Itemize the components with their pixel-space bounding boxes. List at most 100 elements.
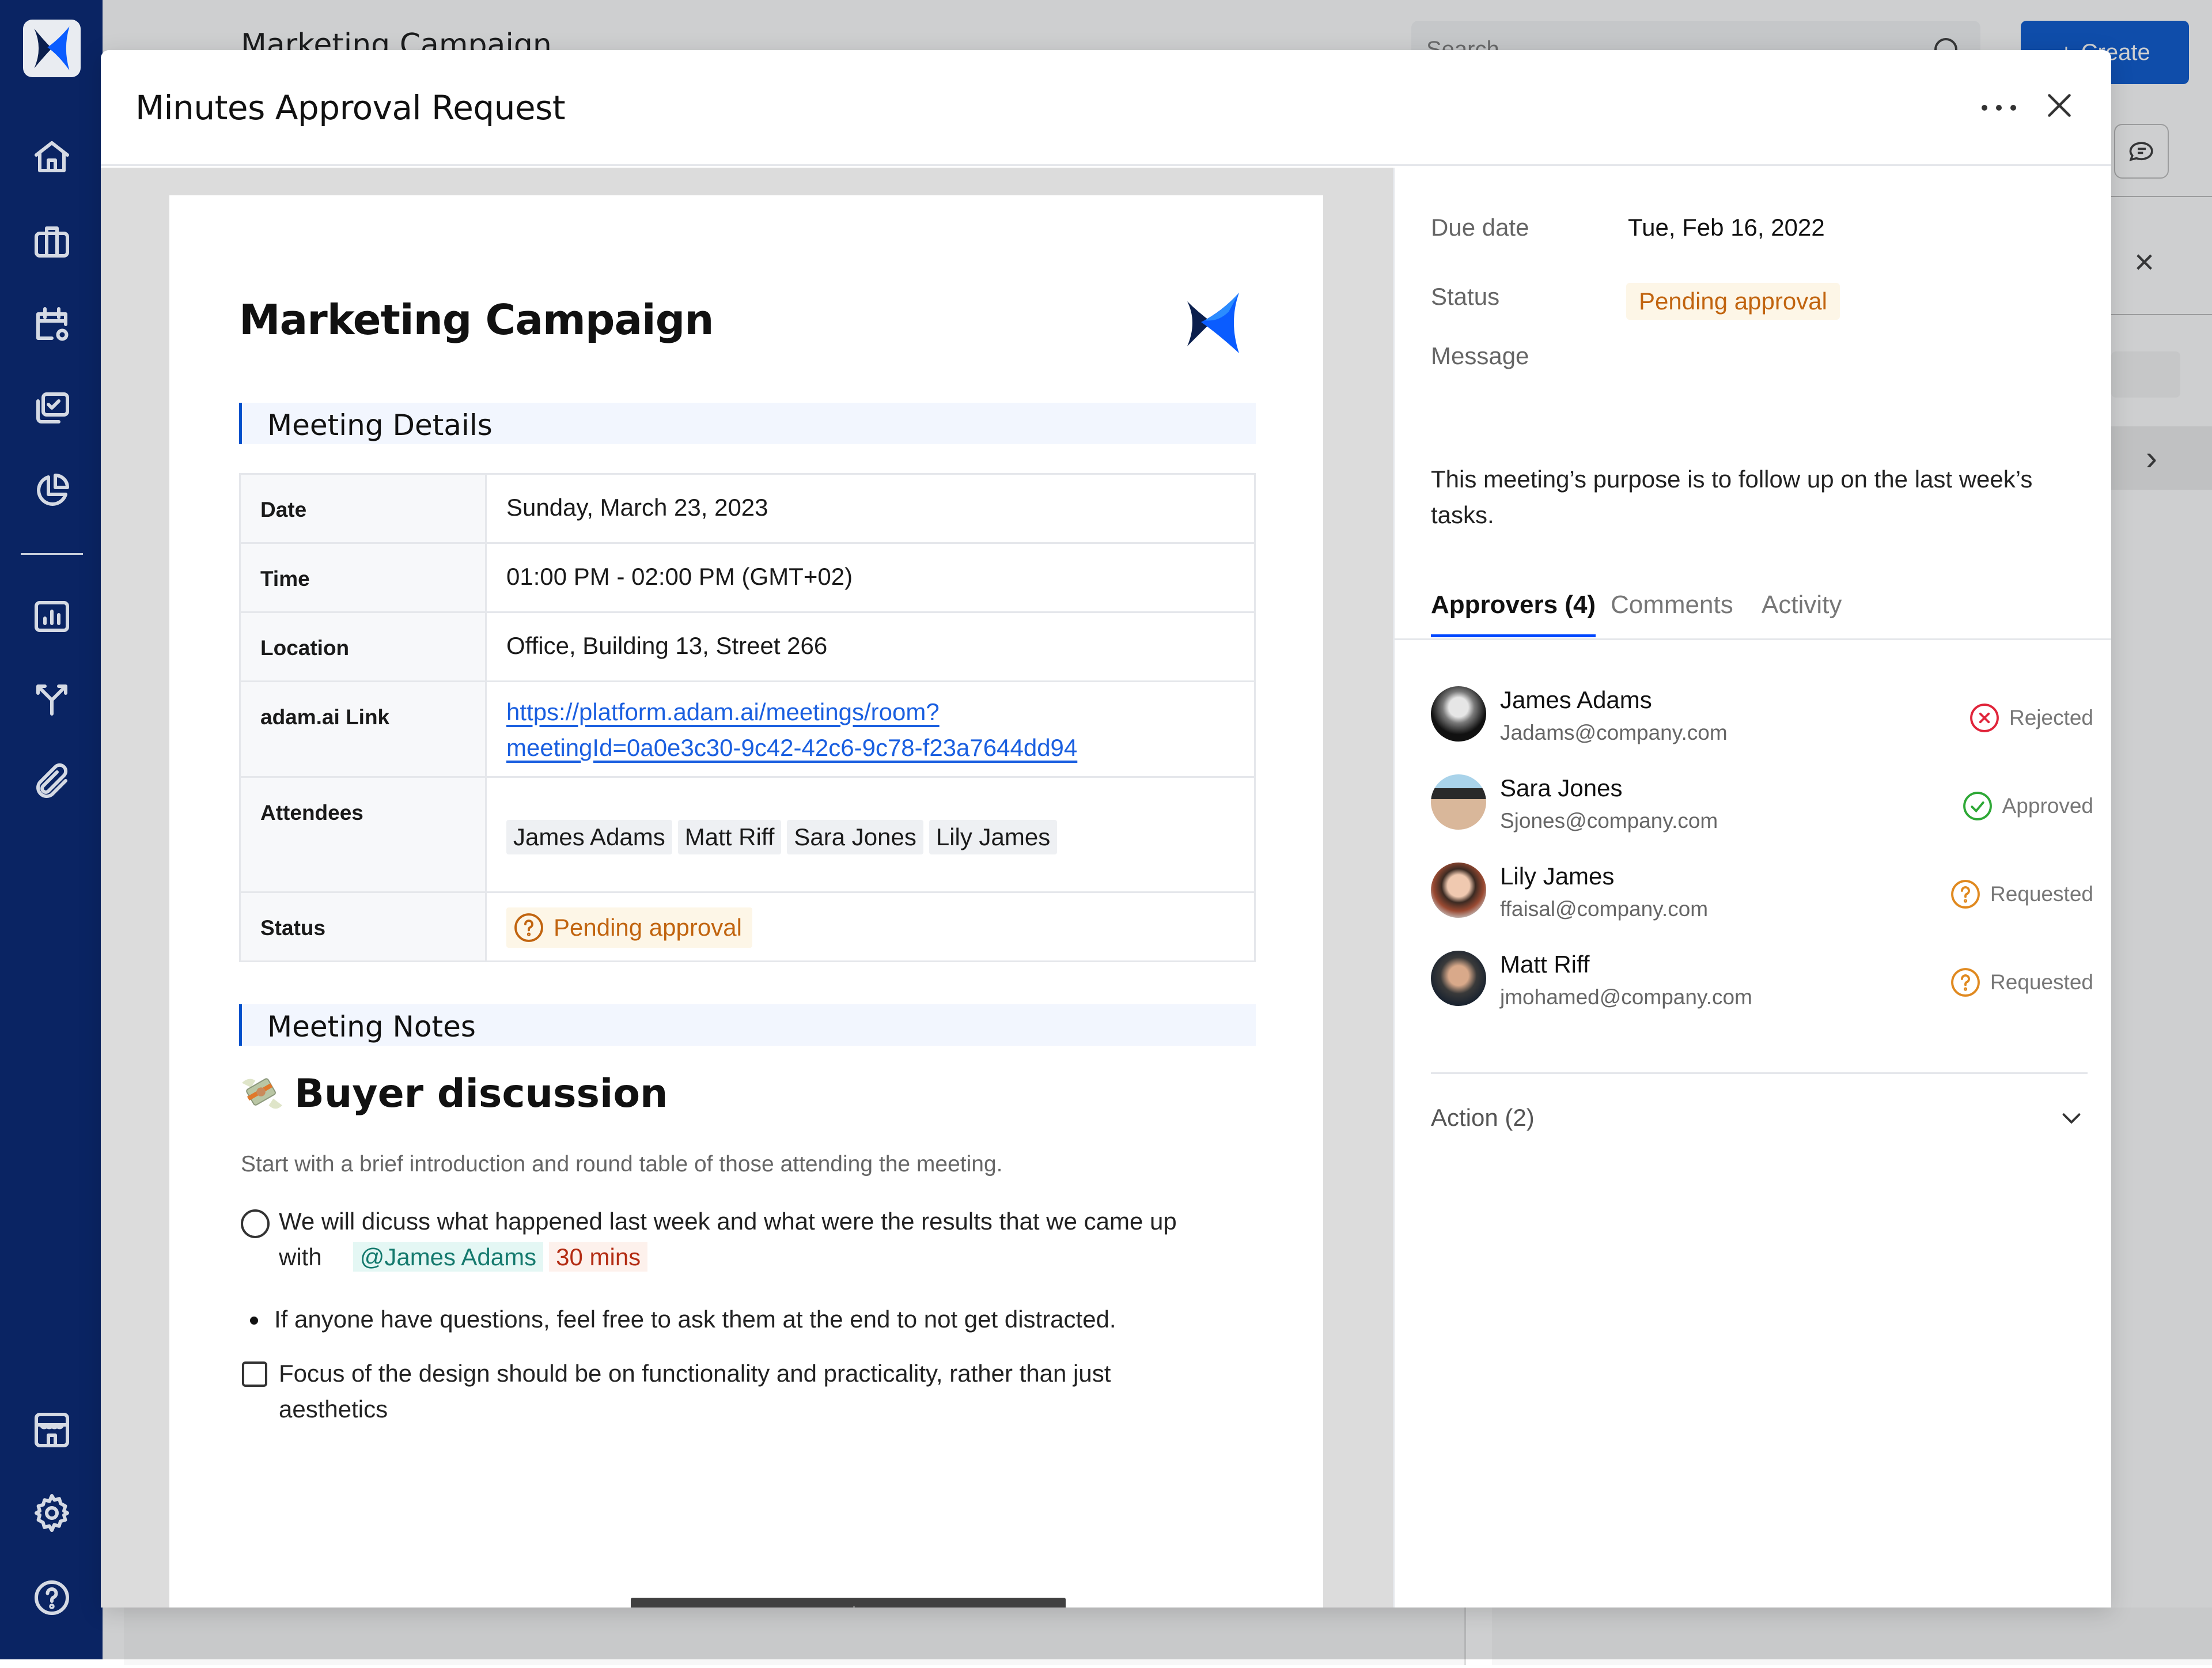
agenda-radio[interactable] [241, 1209, 270, 1238]
approved-check-icon [1963, 792, 1992, 820]
approver-status-text: Requested [1990, 970, 2093, 994]
document-viewer: Marketing Campaign Meeting Details Date … [101, 168, 1393, 1608]
briefcase-icon [35, 226, 69, 258]
paperclip-icon [36, 763, 68, 798]
attendee-chip[interactable]: Sara Jones [787, 820, 923, 854]
sidebar-item-settings[interactable] [29, 1490, 75, 1536]
date-value: Sunday, March 23, 2023 [485, 473, 1256, 544]
agenda-item-line2: with @James Adams 30 mins [279, 1239, 1220, 1275]
document-page: Marketing Campaign Meeting Details Date … [169, 195, 1323, 1608]
approver-row[interactable]: James Adams Jadams@company.com Rejected [1431, 686, 2093, 755]
sidebar-item-help[interactable] [29, 1575, 75, 1621]
mention-tag[interactable]: @James Adams [353, 1242, 544, 1272]
checkbox[interactable] [242, 1361, 267, 1387]
meeting-link[interactable]: https://platform.adam.ai/meetings/room? … [506, 694, 1234, 766]
bar-chart-icon [35, 601, 69, 632]
attendee-chip[interactable]: Lily James [929, 820, 1058, 854]
approver-status-text: Requested [1990, 882, 2093, 906]
status-text: Pending approval [554, 914, 742, 941]
table-row: Time 01:00 PM - 02:00 PM (GMT+02) [239, 542, 1256, 613]
bullet-item: If anyone have questions, feel free to a… [241, 1302, 1116, 1337]
approver-row[interactable]: Lily James ffaisal@company.com Requested [1431, 863, 2093, 932]
approver-email: jmohamed@company.com [1500, 985, 1752, 1009]
close-icon[interactable] [2042, 88, 2077, 123]
checklist-line: aesthetics [279, 1395, 388, 1423]
meeting-details-heading: Meeting Details [239, 403, 1256, 444]
location-value: Office, Building 13, Street 266 [485, 611, 1256, 682]
approver-name: Lily James [1500, 863, 1615, 890]
table-row: adam.ai Link https://platform.adam.ai/me… [239, 680, 1256, 778]
approver-status-text: Rejected [2009, 706, 2093, 729]
approver-name: Matt Riff [1500, 951, 1590, 978]
section-title: Meeting Notes [267, 1010, 476, 1043]
approver-row[interactable]: Sara Jones Sjones@company.com Approved [1431, 774, 2093, 844]
sidebar-divider [21, 553, 83, 555]
checklist-line: Focus of the design should be on functio… [279, 1360, 1111, 1387]
due-date-value: Tue, Feb 16, 2022 [1628, 214, 1825, 241]
status-badge: Pending approval [506, 907, 752, 948]
checklist-item: Focus of the design should be on functio… [241, 1356, 1111, 1427]
calendar-icon [36, 307, 69, 341]
approver-status-text: Approved [2002, 794, 2093, 818]
time-value: 01:00 PM - 02:00 PM (GMT+02) [485, 542, 1256, 613]
action-section-toggle[interactable]: Action (2) [1431, 1104, 1535, 1132]
sidebar-item-tasks[interactable] [29, 385, 75, 431]
money-with-wings-icon [242, 1077, 282, 1109]
approver-email: ffaisal@company.com [1500, 897, 1709, 921]
approver-email: Sjones@company.com [1500, 809, 1718, 833]
avatar [1431, 686, 1486, 742]
approval-request-modal: Minutes Approval Request Marketing Campa… [101, 50, 2111, 1608]
split-icon [36, 684, 67, 716]
document-title: Marketing Campaign [239, 296, 714, 344]
modal-title: Minutes Approval Request [135, 88, 566, 127]
tab-activity[interactable]: Activity [1762, 591, 1842, 634]
meeting-link-line1: https://platform.adam.ai/meetings/room? [506, 698, 940, 725]
pie-chart-icon [37, 474, 69, 506]
attendees-label: Attendees [239, 776, 487, 893]
table-row: Date Sunday, March 23, 2023 [239, 473, 1256, 544]
rejected-x-icon [1970, 703, 1999, 732]
sidebar-item-projects[interactable] [29, 219, 75, 265]
page-toolbar: Page 1 / 2 [631, 1598, 1066, 1608]
avatar [1431, 951, 1486, 1006]
sidebar-item-calendar[interactable] [29, 301, 75, 347]
due-date-label: Due date [1431, 214, 1529, 241]
sidebar-item-home[interactable] [29, 134, 75, 180]
more-dot [2010, 105, 2016, 111]
table-row: Attendees James Adams Matt Riff Sara Jones… [239, 776, 1256, 893]
duration-tag: 30 mins [549, 1242, 648, 1272]
brand-logo-icon [1187, 293, 1239, 353]
gear-icon [35, 1494, 69, 1532]
date-label: Date [239, 473, 487, 544]
approver-row[interactable]: Matt Riff jmohamed@company.com Requested [1431, 951, 2093, 1020]
sidebar [0, 0, 103, 1659]
attendee-chip[interactable]: Matt Riff [677, 820, 782, 854]
approver-status: Approved [1961, 789, 2093, 823]
bullet-text: If anyone have questions, feel free to a… [274, 1306, 1116, 1333]
message-text: This meeting’s purpose is to follow up o… [1431, 466, 2033, 528]
sidebar-item-marketplace[interactable] [29, 1407, 75, 1453]
table-row: Status Pending approval [239, 891, 1256, 962]
sidebar-item-workflows[interactable] [29, 675, 75, 721]
pending-question-icon [514, 913, 543, 942]
approver-status: Requested [1949, 878, 2093, 911]
tab-approvers[interactable]: Approvers (4) [1431, 591, 1596, 637]
app-logo[interactable] [23, 20, 81, 77]
sidebar-item-analytics[interactable] [29, 593, 75, 640]
bullet-icon [250, 1317, 258, 1325]
approver-name: Sara Jones [1500, 774, 1623, 801]
tab-comments[interactable]: Comments [1611, 591, 1733, 634]
approver-status: Rejected [1968, 701, 2093, 735]
sidebar-item-attachments[interactable] [29, 759, 75, 805]
avatar [1431, 774, 1486, 830]
modal-header: Minutes Approval Request [101, 50, 2111, 166]
notes-intro: Start with a brief introduction and roun… [241, 1152, 1003, 1177]
more-options-button[interactable] [1982, 96, 2016, 119]
meeting-link-cell: https://platform.adam.ai/meetings/room? … [485, 680, 1256, 778]
sidebar-item-reports[interactable] [29, 468, 75, 514]
location-label: Location [239, 611, 487, 682]
attendee-chip[interactable]: James Adams [506, 820, 672, 854]
home-icon [35, 141, 69, 172]
status-label: Status [1431, 283, 1500, 310]
chevron-down-icon[interactable] [2058, 1106, 2085, 1132]
